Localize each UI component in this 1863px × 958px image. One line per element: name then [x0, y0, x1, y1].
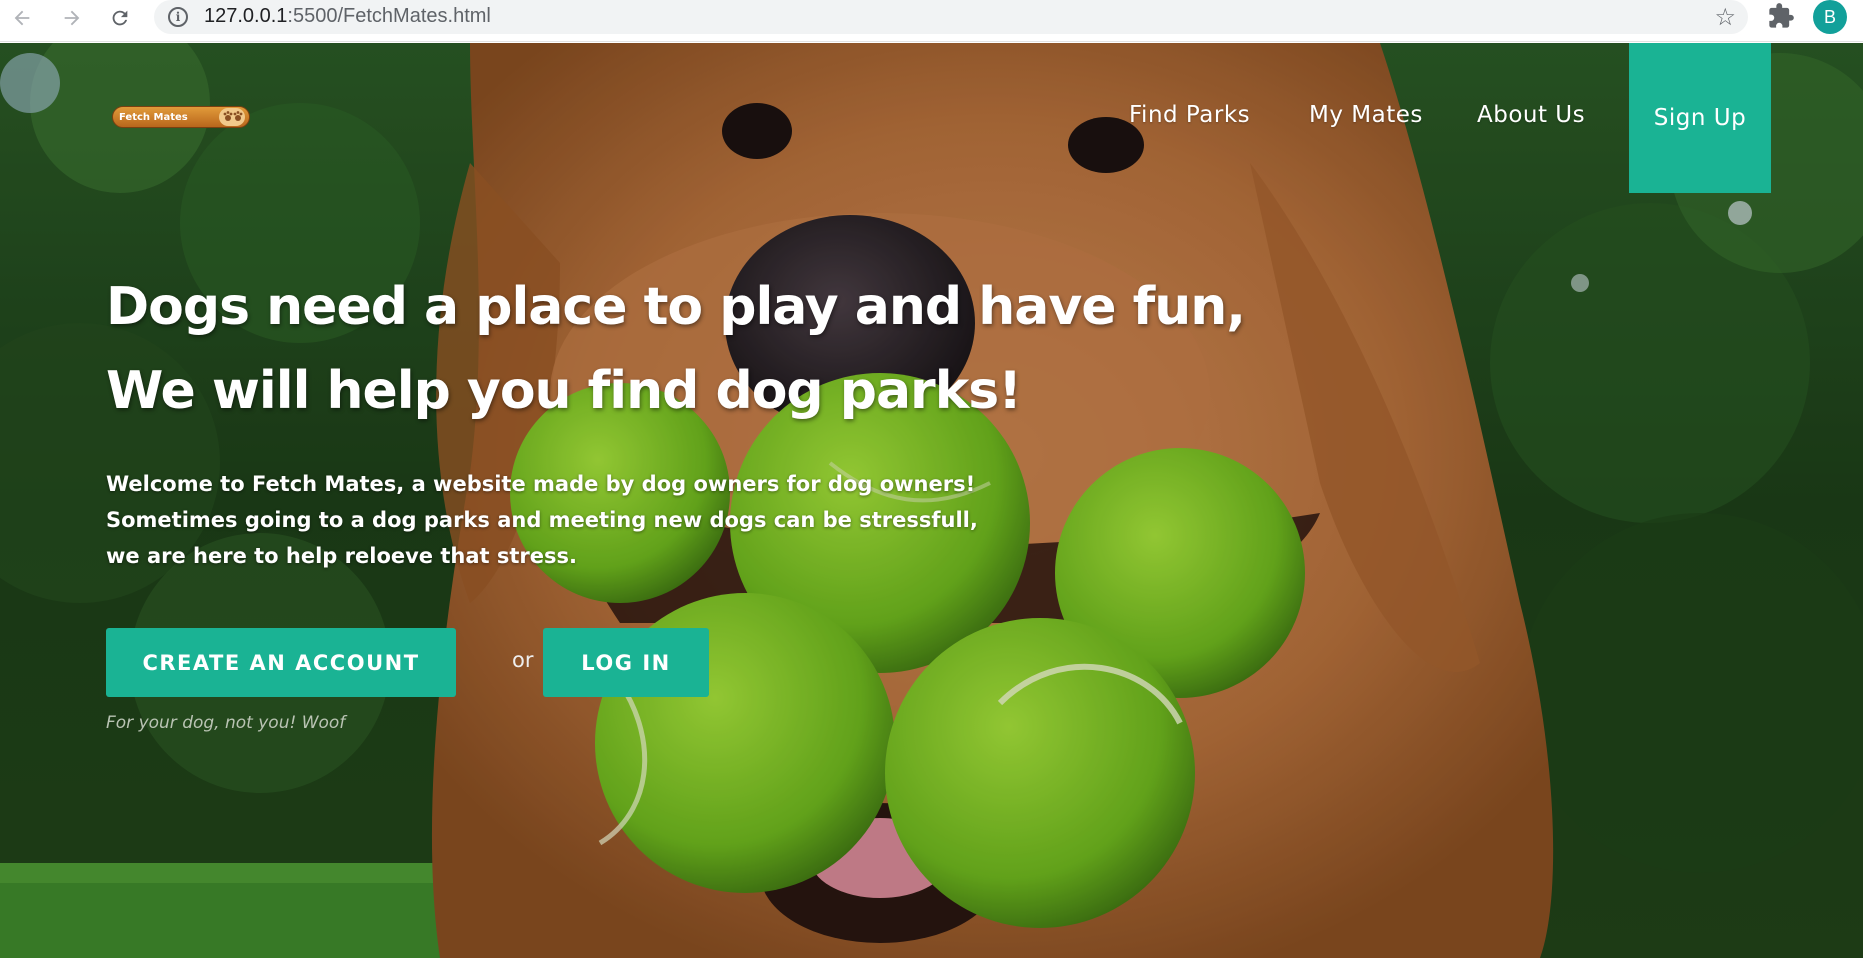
sign-up-button[interactable]: Sign Up — [1629, 43, 1771, 193]
puzzle-icon[interactable] — [1767, 2, 1795, 30]
reload-icon — [112, 10, 128, 26]
headline-line-1: Dogs need a place to play and have fun, — [106, 277, 1246, 337]
back-button[interactable] — [6, 2, 38, 34]
hero-tagline: For your dog, not you! Woof — [106, 713, 346, 733]
or-separator: or — [512, 648, 534, 672]
create-account-button[interactable]: CREATE AN ACCOUNT — [106, 628, 456, 697]
star-icon[interactable]: ☆ — [1714, 3, 1736, 31]
nav-my-mates[interactable]: My Mates — [1309, 102, 1423, 128]
address-bar[interactable]: i 127.0.0.1:5500/FetchMates.html ☆ — [154, 0, 1748, 34]
browser-toolbar: i 127.0.0.1:5500/FetchMates.html ☆ B — [0, 0, 1863, 42]
logo-text: Fetch Mates — [119, 111, 188, 123]
info-icon[interactable]: i — [168, 7, 188, 27]
arrow-left-icon — [14, 10, 30, 26]
intro-line-2: Sometimes going to a dog parks and meeti… — [106, 508, 978, 532]
intro-line-1: Welcome to Fetch Mates, a website made b… — [106, 472, 976, 496]
reload-button[interactable] — [104, 2, 136, 34]
paw-icon — [219, 108, 245, 126]
site-logo[interactable]: Fetch Mates — [112, 106, 250, 128]
hero-headline: Dogs need a place to play and have fun, … — [106, 265, 1246, 433]
profile-avatar[interactable]: B — [1813, 0, 1847, 34]
hero-section: Fetch Mates Find Parks My Mates About Us… — [0, 43, 1863, 958]
url-path: :5500/FetchMates.html — [287, 5, 491, 27]
url-host: 127.0.0.1 — [204, 5, 288, 27]
nav-find-parks[interactable]: Find Parks — [1129, 102, 1250, 128]
log-in-button[interactable]: LOG IN — [543, 628, 709, 697]
url-text[interactable]: 127.0.0.1:5500/FetchMates.html — [204, 5, 491, 28]
forward-button[interactable] — [56, 2, 88, 34]
intro-line-3: we are here to help reloeve that stress. — [106, 544, 577, 568]
nav-about-us[interactable]: About Us — [1477, 102, 1585, 128]
arrow-right-icon — [64, 10, 80, 26]
headline-line-2: We will help you find dog parks! — [106, 361, 1022, 421]
hero-intro: Welcome to Fetch Mates, a website made b… — [106, 466, 978, 574]
